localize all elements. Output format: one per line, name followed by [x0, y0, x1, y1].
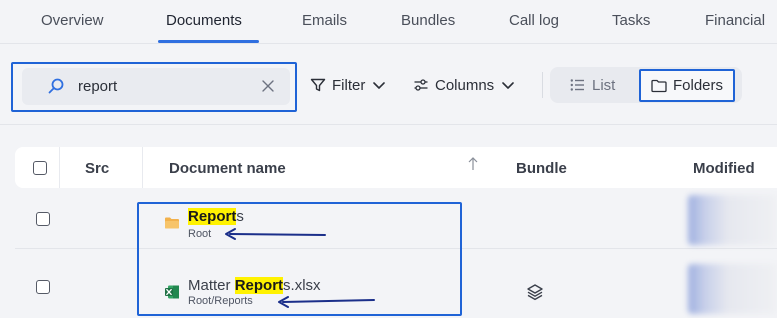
toolbar-divider-line: [0, 124, 777, 125]
modified-cell-blurred: [688, 264, 777, 314]
modified-cell-blurred: [688, 195, 777, 245]
column-header-modified[interactable]: Modified: [693, 160, 755, 177]
active-tab-indicator: [158, 40, 259, 43]
list-icon: [570, 79, 584, 91]
columns-button[interactable]: Columns: [413, 74, 516, 96]
chevron-down-icon: [502, 82, 514, 89]
columns-label: Columns: [435, 76, 495, 94]
view-list-label: List: [592, 76, 616, 94]
chevron-down-icon: [373, 82, 386, 89]
tab-bar: Overview Documents Emails Bundles Call l…: [0, 0, 777, 44]
clear-icon[interactable]: [260, 78, 276, 94]
tab-tasks[interactable]: Tasks: [612, 12, 650, 29]
view-folders-button[interactable]: Folders: [639, 69, 735, 102]
row-checkbox[interactable]: [36, 212, 50, 226]
columns-icon: [414, 79, 428, 91]
tab-call-log[interactable]: Call log: [509, 12, 559, 29]
column-separator: [59, 147, 60, 188]
tab-overview[interactable]: Overview: [41, 12, 104, 29]
tab-bundles[interactable]: Bundles: [401, 12, 455, 29]
sort-arrow-icon[interactable]: [467, 156, 479, 172]
filter-button[interactable]: Filter: [310, 74, 387, 96]
tab-emails[interactable]: Emails: [302, 12, 347, 29]
row-checkbox[interactable]: [36, 280, 50, 294]
select-all-checkbox[interactable]: [33, 161, 47, 175]
search-input[interactable]: [78, 76, 248, 97]
filter-icon: [310, 78, 326, 92]
column-header-document-name[interactable]: Document name: [169, 160, 286, 177]
annotation-arrow-icon: [225, 228, 326, 240]
tab-documents[interactable]: Documents: [166, 12, 242, 29]
annotation-arrow-icon: [278, 296, 375, 308]
column-separator: [142, 147, 143, 188]
folder-icon: [651, 79, 667, 92]
toolbar-divider: [542, 72, 543, 98]
view-toggle: List Folders: [550, 67, 742, 103]
table-header: Src Document name Bundle Modified: [15, 147, 777, 188]
bundle-layers-icon[interactable]: [526, 283, 544, 301]
column-header-src[interactable]: Src: [85, 160, 109, 177]
search-box[interactable]: [22, 68, 290, 105]
tab-financial[interactable]: Financial: [705, 12, 765, 29]
column-header-bundle[interactable]: Bundle: [516, 160, 567, 177]
search-icon: [48, 78, 64, 94]
filter-label: Filter: [332, 76, 366, 94]
view-list-button[interactable]: List: [570, 75, 615, 95]
view-folders-label: Folders: [672, 77, 724, 94]
